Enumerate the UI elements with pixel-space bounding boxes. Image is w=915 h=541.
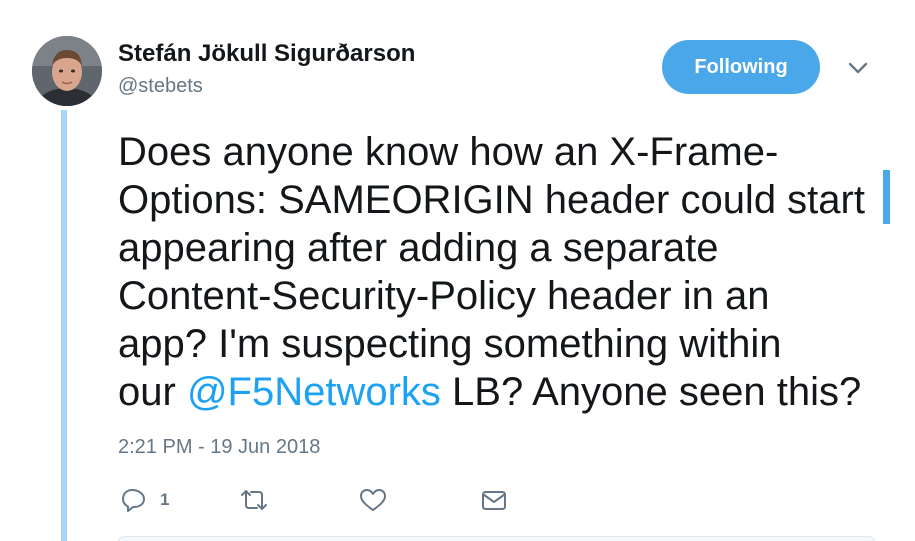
tweet-text: Does anyone know how an X-Frame- Options… — [118, 128, 878, 416]
tweet-text-line: appearing after adding a separate — [118, 226, 719, 270]
reply-button[interactable]: 1 — [120, 483, 169, 517]
tweet-text-line: Does anyone know how an X-Frame- — [118, 130, 779, 174]
envelope-icon — [482, 491, 506, 510]
heart-icon — [360, 489, 386, 511]
author-handle[interactable]: @stebets — [118, 75, 203, 98]
tweet-text-segment: LB? Anyone seen this? — [440, 370, 862, 414]
tweet-timestamp[interactable]: 2:21 PM - 19 Jun 2018 — [118, 436, 320, 459]
direct-message-button[interactable] — [480, 483, 508, 517]
tweet-text-line: app? I'm suspecting something within — [118, 322, 782, 366]
retweet-button[interactable] — [238, 483, 270, 517]
avatar-image — [32, 36, 102, 106]
reply-input[interactable] — [118, 536, 875, 541]
following-button-label: Following — [694, 55, 788, 78]
avatar[interactable] — [32, 36, 102, 106]
like-button[interactable] — [358, 483, 388, 517]
mention-link[interactable]: @F5Networks — [187, 370, 441, 414]
following-button[interactable]: Following — [662, 40, 820, 94]
tweet-text-line: Options: SAMEORIGIN header could start — [118, 178, 865, 222]
tweet-text-line: our @F5Networks LB? Anyone seen this? — [118, 368, 878, 416]
author-name[interactable]: Stefán Jökull Sigurðarson — [118, 40, 415, 68]
scrollbar-thumb[interactable] — [883, 170, 890, 224]
retweet-icon — [241, 490, 267, 510]
tweet-text-line: Content-Security-Policy header in an — [118, 274, 770, 318]
tweet-card: Stefán Jökull Sigurðarson @stebets Follo… — [0, 0, 915, 541]
reply-icon — [122, 489, 145, 512]
tweet-text-segment: our — [118, 370, 187, 414]
chevron-down-icon — [848, 62, 868, 74]
more-options-button[interactable] — [845, 58, 871, 78]
reply-count: 1 — [160, 490, 170, 509]
thread-line — [61, 110, 67, 541]
